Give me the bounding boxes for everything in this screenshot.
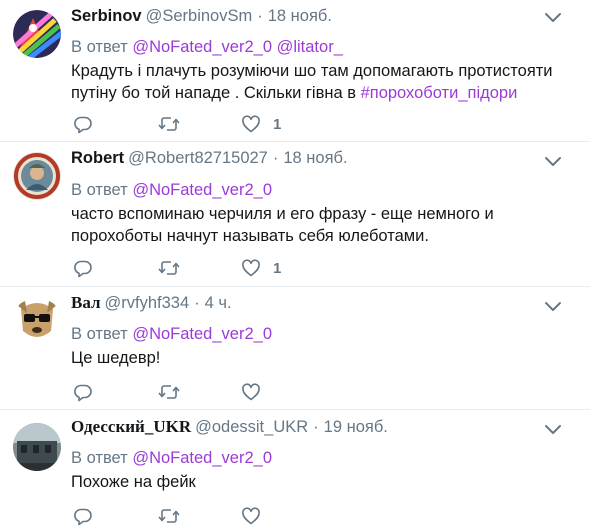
chevron-down-icon[interactable] <box>544 12 562 24</box>
tweet-actions: 1 <box>73 114 373 134</box>
tweet[interactable]: Serbinov @SerbinovSm · 18 нояб. В ответ @No… <box>0 0 590 142</box>
tweet-text: Це шедевр! <box>71 347 578 369</box>
separator: · <box>272 149 279 167</box>
author-handle[interactable]: @SerbinovSm <box>146 7 253 25</box>
heart-icon <box>241 382 261 402</box>
author-name[interactable]: Serbinov <box>71 7 142 25</box>
chevron-down-icon[interactable] <box>544 424 562 436</box>
avatar[interactable] <box>13 10 61 58</box>
like-button[interactable] <box>241 382 273 402</box>
chevron-down-icon[interactable] <box>544 156 562 168</box>
reply-context: В ответ @NoFated_ver2_0 <box>71 448 272 468</box>
like-button[interactable]: 1 <box>241 114 281 134</box>
author-handle[interactable]: @odessit_UKR <box>195 418 308 436</box>
reply-icon <box>73 114 93 134</box>
reply-button[interactable] <box>73 506 93 526</box>
hashtag-link[interactable]: #порохоботи_підори <box>361 84 518 102</box>
tweet-text: часто вспоминаю черчиля и его фразу - ещ… <box>71 203 578 247</box>
like-button[interactable] <box>241 506 273 526</box>
avatar[interactable] <box>13 297 61 345</box>
tweet-text-line: часто вспоминаю черчиля и его фразу - ещ… <box>71 205 494 223</box>
retweet-icon <box>158 258 180 278</box>
reply-prefix: В ответ <box>71 38 128 56</box>
reply-prefix: В ответ <box>71 181 128 199</box>
like-button[interactable]: 1 <box>241 258 281 278</box>
like-count: 1 <box>273 115 282 133</box>
reply-context: В ответ @NoFated_ver2_0 @litator_ <box>71 37 343 57</box>
author-handle[interactable]: @rvfyhf334 <box>105 294 190 312</box>
author-name[interactable]: Одесский_UKR <box>71 417 191 436</box>
timestamp[interactable]: 4 ч. <box>205 294 232 312</box>
retweet-icon <box>158 114 180 134</box>
avatar[interactable] <box>13 423 61 471</box>
reply-prefix: В ответ <box>71 449 128 467</box>
tweet-text: Крадуть і плачуть розуміючи шо там допом… <box>71 60 578 104</box>
reply-prefix: В ответ <box>71 325 128 343</box>
timestamp[interactable]: 19 нояб. <box>324 418 388 436</box>
mention-link[interactable]: @NoFated_ver2_0 <box>132 449 272 467</box>
author-handle[interactable]: @Robert82715027 <box>128 149 268 167</box>
tweet[interactable]: Вал @rvfyhf334 · 4 ч. В ответ @NoFated_ver2… <box>0 287 590 410</box>
reply-button[interactable] <box>73 382 93 402</box>
heart-icon <box>241 114 261 134</box>
retweet-button[interactable] <box>158 506 180 526</box>
author-name[interactable]: Вал <box>71 293 101 312</box>
mention-link[interactable]: @litator_ <box>277 38 343 56</box>
tweet-text-line: путіну бо той нападе . Скільки гівна в <box>71 84 361 102</box>
mention-link[interactable]: @NoFated_ver2_0 <box>132 181 272 199</box>
tweet-text-line: порохоботы начнут называть себя юлеботам… <box>71 227 429 245</box>
tweet-actions <box>73 506 373 526</box>
tweet-actions: 1 <box>73 258 373 278</box>
retweet-icon <box>158 506 180 526</box>
reply-icon <box>73 506 93 526</box>
retweet-button[interactable] <box>158 382 180 402</box>
like-count: 1 <box>273 259 282 277</box>
retweet-icon <box>158 382 180 402</box>
reply-button[interactable] <box>73 114 93 134</box>
mention-link[interactable]: @NoFated_ver2_0 <box>132 325 272 343</box>
tweet-text-line: Похоже на фейк <box>71 473 196 491</box>
reply-context: В ответ @NoFated_ver2_0 <box>71 324 272 344</box>
heart-icon <box>241 506 261 526</box>
timestamp[interactable]: 18 нояб. <box>268 7 332 25</box>
heart-icon <box>241 258 261 278</box>
tweet-text-line: Це шедевр! <box>71 349 161 367</box>
reply-button[interactable] <box>73 258 93 278</box>
chevron-down-icon[interactable] <box>544 301 562 313</box>
separator: · <box>257 7 263 25</box>
tweet-text-line: Крадуть і плачуть розуміючи шо там допом… <box>71 62 553 80</box>
author-name[interactable]: Robert <box>71 149 124 167</box>
retweet-button[interactable] <box>158 114 180 134</box>
retweet-button[interactable] <box>158 258 180 278</box>
reply-icon <box>73 382 93 402</box>
mention-link[interactable]: @NoFated_ver2_0 <box>132 38 272 56</box>
timestamp[interactable]: 18 нояб. <box>283 149 347 167</box>
separator: · <box>313 418 319 436</box>
tweet-actions <box>73 382 373 402</box>
tweet[interactable]: Одесский_UKR @odessit_UKR · 19 нояб. В отве… <box>0 410 590 530</box>
reply-context: В ответ @NoFated_ver2_0 <box>71 180 272 200</box>
separator: · <box>194 294 200 312</box>
reply-icon <box>73 258 93 278</box>
tweet-text: Похоже на фейк <box>71 471 578 493</box>
avatar[interactable] <box>13 152 61 200</box>
tweet[interactable]: Robert @Robert82715027 · 18 нояб. В ответ @… <box>0 142 590 287</box>
